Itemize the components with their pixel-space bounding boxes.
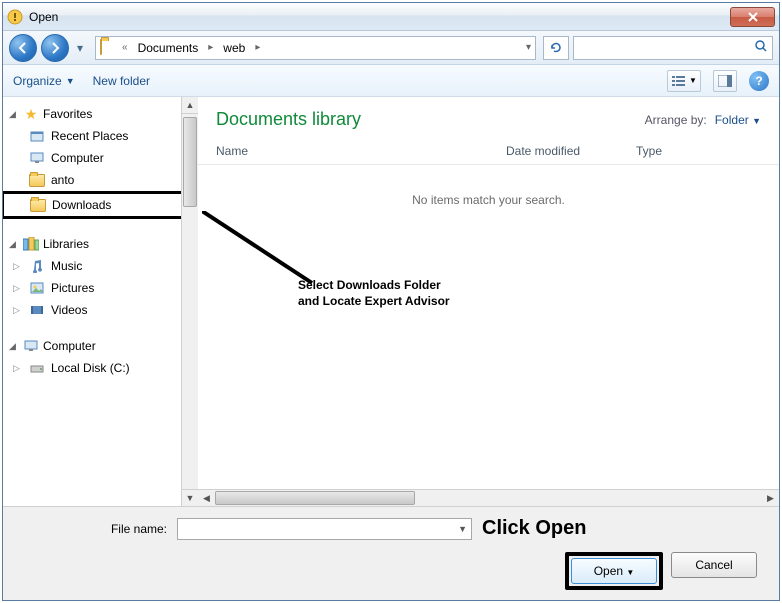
column-type[interactable]: Type bbox=[636, 144, 761, 158]
filename-label: File name: bbox=[17, 522, 167, 536]
toolbar: Organize▼ New folder ▼ ? bbox=[3, 65, 779, 97]
annotation-text: Select Downloads Folder and Locate Exper… bbox=[298, 277, 450, 309]
back-button[interactable] bbox=[9, 34, 37, 62]
history-dropdown[interactable]: ▾ bbox=[73, 36, 87, 60]
search-input[interactable] bbox=[578, 41, 754, 55]
open-button[interactable]: Open ▼ bbox=[571, 558, 657, 584]
recent-icon bbox=[29, 128, 45, 144]
breadcrumb-prefix: « bbox=[122, 42, 128, 53]
dialog-body: ◢ ★ Favorites Recent Places Computer bbox=[3, 97, 779, 506]
forward-icon bbox=[48, 41, 62, 55]
tree-item-pictures[interactable]: ▷ Pictures bbox=[3, 277, 197, 299]
expand-icon: ▷ bbox=[13, 283, 23, 294]
expand-icon: ▷ bbox=[13, 363, 23, 374]
app-icon bbox=[7, 9, 23, 25]
help-icon: ? bbox=[755, 74, 762, 88]
folder-icon bbox=[30, 197, 46, 213]
tree-item-videos[interactable]: ▷ Videos bbox=[3, 299, 197, 321]
expand-icon: ▷ bbox=[13, 305, 23, 316]
tree-item-music[interactable]: ▷ Music bbox=[3, 255, 197, 277]
drive-icon bbox=[29, 360, 45, 376]
annotation-click-open: Click Open bbox=[482, 517, 765, 540]
view-options-button[interactable]: ▼ bbox=[667, 70, 701, 92]
annotation-highlight-downloads: Downloads bbox=[3, 191, 198, 219]
collapse-icon: ◢ bbox=[9, 109, 19, 120]
breadcrumb-bar[interactable]: « Documents ▸ web ▸ ▾ bbox=[95, 36, 536, 60]
chevron-right-icon: ▸ bbox=[208, 42, 213, 53]
titlebar: Open bbox=[3, 3, 779, 31]
chevron-down-icon: ▼ bbox=[752, 116, 761, 126]
new-folder-button[interactable]: New folder bbox=[93, 74, 150, 88]
column-headers: Name Date modified Type bbox=[198, 138, 779, 165]
tree-item-anto[interactable]: anto bbox=[3, 169, 197, 191]
dialog-footer: File name: ▼ Click Open Open ▼ Cancel bbox=[3, 506, 779, 600]
computer-icon bbox=[23, 338, 39, 354]
sidebar-scrollbar[interactable]: ▲ ▼ bbox=[181, 97, 198, 506]
file-list-pane: Arrange by: Folder ▼ Documents library N… bbox=[198, 97, 779, 506]
close-icon bbox=[747, 12, 759, 22]
chevron-down-icon: ▼ bbox=[689, 76, 697, 85]
pane-icon bbox=[718, 75, 732, 87]
scrollbar-thumb[interactable] bbox=[183, 117, 197, 207]
tree-item-computer[interactable]: Computer bbox=[3, 147, 197, 169]
open-dialog: Open ▾ « Documents ▸ web ▸ ▾ bbox=[2, 2, 780, 601]
arrange-by-dropdown[interactable]: Folder ▼ bbox=[715, 113, 761, 127]
horizontal-scrollbar[interactable]: ◀ ▶ bbox=[198, 489, 779, 506]
chevron-right-icon: ▸ bbox=[255, 42, 260, 53]
scroll-up-icon[interactable]: ▲ bbox=[182, 97, 198, 114]
close-button[interactable] bbox=[730, 7, 775, 27]
column-name[interactable]: Name bbox=[216, 144, 506, 158]
annotation-connector bbox=[202, 211, 322, 291]
chevron-down-icon: ▼ bbox=[66, 76, 75, 86]
music-icon bbox=[29, 258, 45, 274]
expand-icon: ▷ bbox=[13, 261, 23, 272]
computer-icon bbox=[29, 150, 45, 166]
annotation-highlight-open: Open ▼ bbox=[565, 552, 663, 590]
scroll-left-icon[interactable]: ◀ bbox=[198, 490, 215, 506]
collapse-icon: ◢ bbox=[9, 239, 19, 250]
help-button[interactable]: ? bbox=[749, 71, 769, 91]
preview-pane-button[interactable] bbox=[713, 70, 737, 92]
tree-computer[interactable]: ◢ Computer bbox=[3, 335, 197, 357]
star-icon: ★ bbox=[23, 106, 39, 122]
list-icon bbox=[671, 75, 687, 87]
cancel-button[interactable]: Cancel bbox=[671, 552, 757, 578]
column-date-modified[interactable]: Date modified bbox=[506, 144, 636, 158]
tree-libraries[interactable]: ◢ Libraries bbox=[3, 233, 197, 255]
forward-button[interactable] bbox=[41, 34, 69, 62]
nav-tree: ◢ ★ Favorites Recent Places Computer bbox=[3, 97, 198, 506]
tree-favorites[interactable]: ◢ ★ Favorites bbox=[3, 103, 197, 125]
collapse-icon: ◢ bbox=[9, 341, 19, 352]
window-title: Open bbox=[29, 10, 730, 24]
chevron-down-icon[interactable]: ▾ bbox=[526, 42, 531, 53]
back-icon bbox=[16, 41, 30, 55]
tree-item-downloads[interactable]: Downloads bbox=[4, 194, 196, 216]
search-icon bbox=[754, 39, 768, 56]
folder-icon bbox=[100, 40, 116, 56]
breadcrumb-documents[interactable]: Documents bbox=[134, 39, 203, 57]
refresh-icon bbox=[549, 41, 563, 55]
search-box[interactable] bbox=[573, 36, 773, 60]
pictures-icon bbox=[29, 280, 45, 296]
breadcrumb-web[interactable]: web bbox=[219, 39, 249, 57]
organize-menu[interactable]: Organize▼ bbox=[13, 74, 75, 88]
filename-input[interactable]: ▼ bbox=[177, 518, 472, 540]
scroll-right-icon[interactable]: ▶ bbox=[762, 490, 779, 506]
tree-item-local-disk-c[interactable]: ▷ Local Disk (C:) bbox=[3, 357, 197, 379]
refresh-button[interactable] bbox=[543, 36, 569, 60]
libraries-icon bbox=[23, 236, 39, 252]
arrange-by: Arrange by: Folder ▼ bbox=[645, 113, 761, 127]
scroll-down-icon[interactable]: ▼ bbox=[182, 489, 198, 506]
folder-icon bbox=[29, 172, 45, 188]
videos-icon bbox=[29, 302, 45, 318]
tree-item-recent-places[interactable]: Recent Places bbox=[3, 125, 197, 147]
scrollbar-thumb[interactable] bbox=[215, 491, 415, 505]
chevron-down-icon: ▼ bbox=[458, 524, 467, 534]
navbar: ▾ « Documents ▸ web ▸ ▾ bbox=[3, 31, 779, 65]
